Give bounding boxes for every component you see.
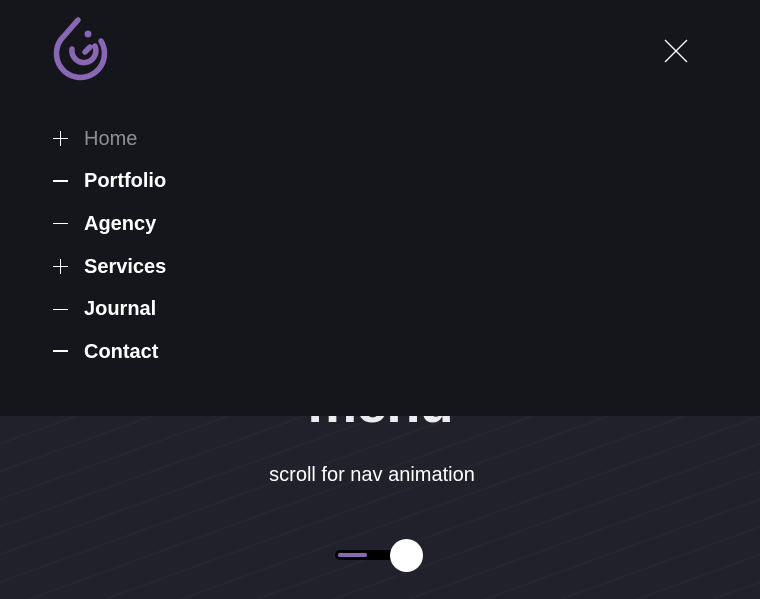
- nav-item-contact[interactable]: Contact: [52, 331, 166, 374]
- minus-icon: [52, 300, 84, 320]
- nav-item-home[interactable]: Home: [52, 118, 166, 161]
- plus-icon: [52, 257, 84, 277]
- slider-fill: [338, 553, 367, 557]
- nav-menu-panel: Home Portfolio Agency Services Journal Contac…: [0, 0, 760, 416]
- close-icon[interactable]: [664, 39, 688, 63]
- nav-item-label: Portfolio: [84, 170, 167, 193]
- nav-item-agency[interactable]: Agency: [52, 203, 166, 246]
- minus-icon: [52, 172, 84, 192]
- hero-subtitle: scroll for nav animation: [269, 464, 475, 486]
- nav-item-journal[interactable]: Journal: [52, 288, 166, 331]
- slider-handle[interactable]: [390, 539, 423, 572]
- minus-icon: [52, 214, 84, 234]
- minus-icon: [52, 342, 84, 362]
- nav-item-label: Contact: [84, 340, 159, 363]
- nav-item-label: Journal: [84, 298, 157, 321]
- nav-item-label: Home: [84, 127, 138, 150]
- nav-item-services[interactable]: Services: [52, 246, 166, 289]
- nav-item-label: Services: [84, 255, 167, 278]
- nav-item-label: Agency: [84, 212, 157, 235]
- nav-item-portfolio[interactable]: Portfolio: [52, 161, 166, 204]
- nav-menu: Home Portfolio Agency Services Journal Contac…: [52, 118, 166, 374]
- plus-icon: [52, 129, 84, 149]
- logo-icon[interactable]: [52, 16, 110, 84]
